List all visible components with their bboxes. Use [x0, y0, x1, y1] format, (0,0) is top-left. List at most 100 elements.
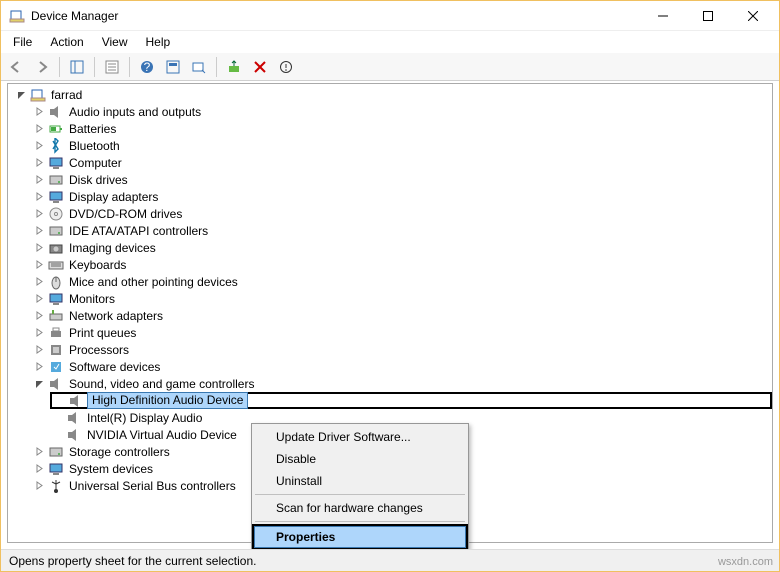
- toolbar-separator: [94, 57, 95, 77]
- help-button[interactable]: ?: [136, 56, 158, 78]
- soft-icon: [48, 359, 64, 375]
- keyboard-icon: [48, 257, 64, 273]
- expand-icon[interactable]: [34, 276, 45, 287]
- tree-category[interactable]: Bluetooth: [32, 137, 772, 154]
- category-label: Imaging devices: [67, 241, 158, 255]
- collapse-icon[interactable]: [16, 89, 27, 100]
- disc-icon: [48, 206, 64, 222]
- category-label: Software devices: [67, 360, 162, 374]
- tree-category[interactable]: Software devices: [32, 358, 772, 375]
- category-label: Print queues: [67, 326, 138, 340]
- expand-icon[interactable]: [34, 310, 45, 321]
- expand-icon[interactable]: [34, 259, 45, 270]
- watermark: wsxdn.com: [718, 556, 773, 568]
- status-bar: Opens property sheet for the current sel…: [1, 549, 779, 571]
- category-label: Display adapters: [67, 190, 160, 204]
- collapse-icon[interactable]: [34, 378, 45, 389]
- scan-button[interactable]: [188, 56, 210, 78]
- drive-icon: [48, 223, 64, 239]
- tree-category[interactable]: Mice and other pointing devices: [32, 273, 772, 290]
- tree-category[interactable]: Disk drives: [32, 171, 772, 188]
- mouse-icon: [48, 274, 64, 290]
- speaker-icon: [66, 427, 82, 443]
- expand-icon[interactable]: [34, 191, 45, 202]
- expand-icon[interactable]: [34, 344, 45, 355]
- category-label: Universal Serial Bus controllers: [67, 479, 238, 493]
- context-menu: Update Driver Software... DisableUninstal…: [251, 423, 469, 551]
- expand-icon[interactable]: [34, 480, 45, 491]
- expand-icon[interactable]: [34, 106, 45, 117]
- expand-icon[interactable]: [34, 208, 45, 219]
- printer-icon: [48, 325, 64, 341]
- tree-category[interactable]: Computer: [32, 154, 772, 171]
- update-driver-button[interactable]: [223, 56, 245, 78]
- toolbar-separator: [59, 57, 60, 77]
- menu-action[interactable]: Action: [42, 33, 91, 51]
- tree-root[interactable]: farrad: [14, 86, 772, 103]
- ctx-item[interactable]: Properties: [254, 526, 466, 548]
- category-label: Bluetooth: [67, 139, 122, 153]
- expand-icon[interactable]: [34, 361, 45, 372]
- expand-icon[interactable]: [34, 242, 45, 253]
- tree-category[interactable]: Processors: [32, 341, 772, 358]
- menu-view[interactable]: View: [94, 33, 136, 51]
- tree-category[interactable]: IDE ATA/ATAPI controllers: [32, 222, 772, 239]
- tree-device[interactable]: High Definition Audio Device: [50, 392, 772, 409]
- disable-button[interactable]: [275, 56, 297, 78]
- tree-category[interactable]: Audio inputs and outputs: [32, 103, 772, 120]
- expand-icon[interactable]: [34, 140, 45, 151]
- tree-category[interactable]: Network adapters: [32, 307, 772, 324]
- toolbar-separator: [129, 57, 130, 77]
- ctx-item[interactable]: Scan for hardware changes: [254, 497, 466, 519]
- expand-icon[interactable]: [34, 123, 45, 134]
- speaker-icon: [48, 376, 64, 392]
- category-label: Audio inputs and outputs: [67, 105, 203, 119]
- tree-category[interactable]: Sound, video and game controllers: [32, 375, 772, 392]
- camera-icon: [48, 240, 64, 256]
- computer-icon: [30, 87, 46, 103]
- tree-category[interactable]: Monitors: [32, 290, 772, 307]
- tree-category[interactable]: Imaging devices: [32, 239, 772, 256]
- expand-icon[interactable]: [34, 327, 45, 338]
- monitor-icon: [48, 189, 64, 205]
- close-button[interactable]: [730, 1, 775, 30]
- properties-button[interactable]: [101, 56, 123, 78]
- menu-help[interactable]: Help: [138, 33, 179, 51]
- bluetooth-icon: [48, 138, 64, 154]
- expand-icon[interactable]: [34, 293, 45, 304]
- cpu-icon: [48, 342, 64, 358]
- minimize-button[interactable]: [640, 1, 685, 30]
- svg-text:?: ?: [144, 60, 151, 74]
- forward-button[interactable]: [31, 56, 53, 78]
- tree-category[interactable]: DVD/CD-ROM drives: [32, 205, 772, 222]
- category-label: Processors: [67, 343, 131, 357]
- device-label: NVIDIA Virtual Audio Device: [85, 428, 239, 442]
- expand-icon[interactable]: [34, 225, 45, 236]
- category-label: Monitors: [67, 292, 117, 306]
- ctx-item[interactable]: Update Driver Software...: [254, 426, 466, 448]
- category-label: Disk drives: [67, 173, 130, 187]
- context-item-label: Update Driver Software...: [276, 430, 411, 444]
- maximize-button[interactable]: [685, 1, 730, 30]
- expand-icon[interactable]: [34, 446, 45, 457]
- expand-icon[interactable]: [34, 174, 45, 185]
- tree-category[interactable]: Keyboards: [32, 256, 772, 273]
- menu-file[interactable]: File: [5, 33, 40, 51]
- category-label: Mice and other pointing devices: [67, 275, 240, 289]
- expand-icon[interactable]: [34, 157, 45, 168]
- uninstall-button[interactable]: [249, 56, 271, 78]
- toolbar-separator: [216, 57, 217, 77]
- context-separator: [255, 494, 465, 495]
- tree-category[interactable]: Batteries: [32, 120, 772, 137]
- ctx-item[interactable]: Uninstall: [254, 470, 466, 492]
- action-button[interactable]: [162, 56, 184, 78]
- back-button[interactable]: [5, 56, 27, 78]
- net-icon: [48, 308, 64, 324]
- drive-icon: [48, 444, 64, 460]
- category-label: Storage controllers: [67, 445, 172, 459]
- ctx-item[interactable]: Disable: [254, 448, 466, 470]
- tree-category[interactable]: Print queues: [32, 324, 772, 341]
- tree-category[interactable]: Display adapters: [32, 188, 772, 205]
- expand-icon[interactable]: [34, 463, 45, 474]
- show-hide-tree-button[interactable]: [66, 56, 88, 78]
